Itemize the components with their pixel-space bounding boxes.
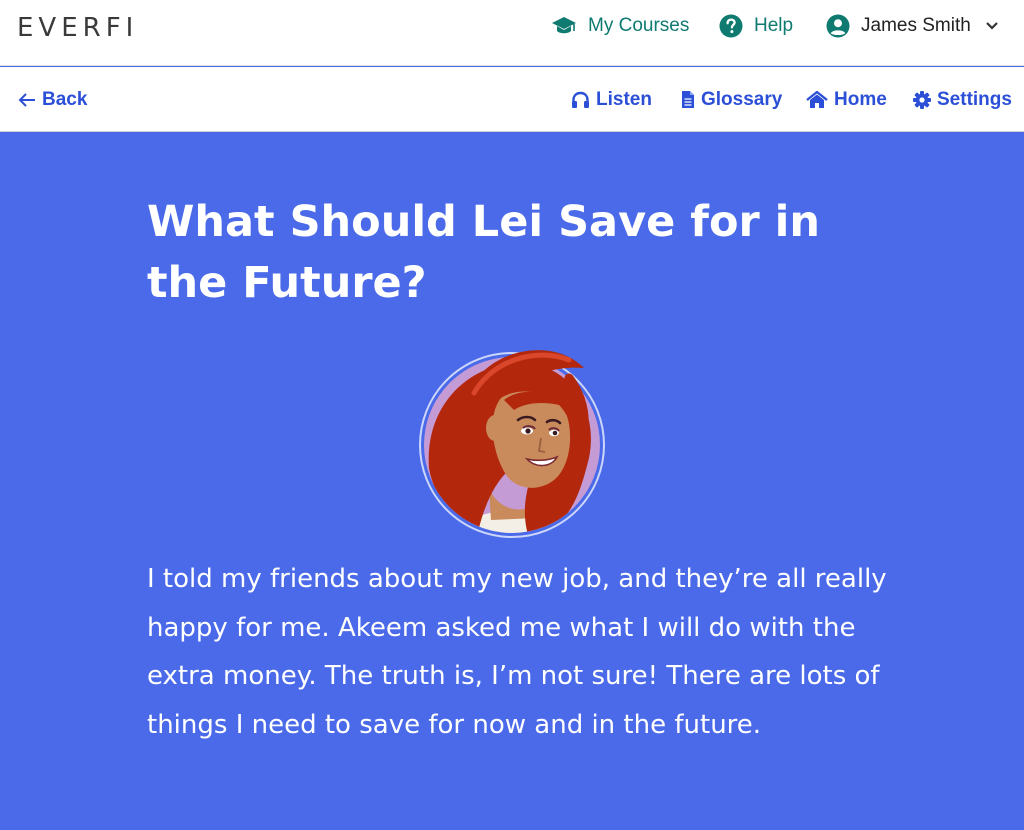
my-courses-label: My Courses (588, 15, 690, 36)
lesson-title: What Should Lei Save for in the Future? (147, 197, 821, 308)
glossary-button[interactable]: Glossary (681, 67, 782, 132)
back-button[interactable]: Back (18, 67, 87, 132)
user-menu[interactable]: James Smith (826, 0, 999, 52)
chevron-down-icon (986, 22, 998, 30)
listen-button[interactable]: Listen (571, 67, 652, 132)
graduation-cap-icon (552, 17, 576, 34)
headphones-icon (572, 91, 589, 108)
home-icon (806, 90, 828, 108)
home-button[interactable]: Home (806, 67, 887, 132)
settings-button[interactable]: Settings (913, 67, 1012, 132)
lesson-paragraph: I told my friends about my new job, and … (147, 564, 887, 740)
user-circle-icon (826, 14, 850, 38)
listen-label: Listen (596, 88, 652, 110)
user-name: James Smith (861, 15, 971, 36)
glossary-label: Glossary (701, 88, 783, 110)
my-courses-link[interactable]: My Courses (551, 0, 689, 52)
everfi-logo[interactable]: EVERFI (17, 13, 138, 43)
gear-icon (913, 90, 931, 109)
home-label: Home (834, 88, 887, 110)
help-link[interactable]: Help (719, 0, 793, 52)
back-label: Back (42, 88, 88, 110)
settings-label: Settings (937, 88, 1012, 110)
lesson-toolbar: Back Listen Glossary Home Settings (0, 67, 1024, 132)
character-avatar (419, 350, 605, 538)
help-circle-icon (719, 14, 743, 38)
help-label: Help (754, 15, 794, 36)
top-bar: EVERFI My Courses Help James Smith (0, 0, 1024, 66)
document-icon (682, 91, 694, 108)
arrow-left-icon (18, 92, 35, 107)
